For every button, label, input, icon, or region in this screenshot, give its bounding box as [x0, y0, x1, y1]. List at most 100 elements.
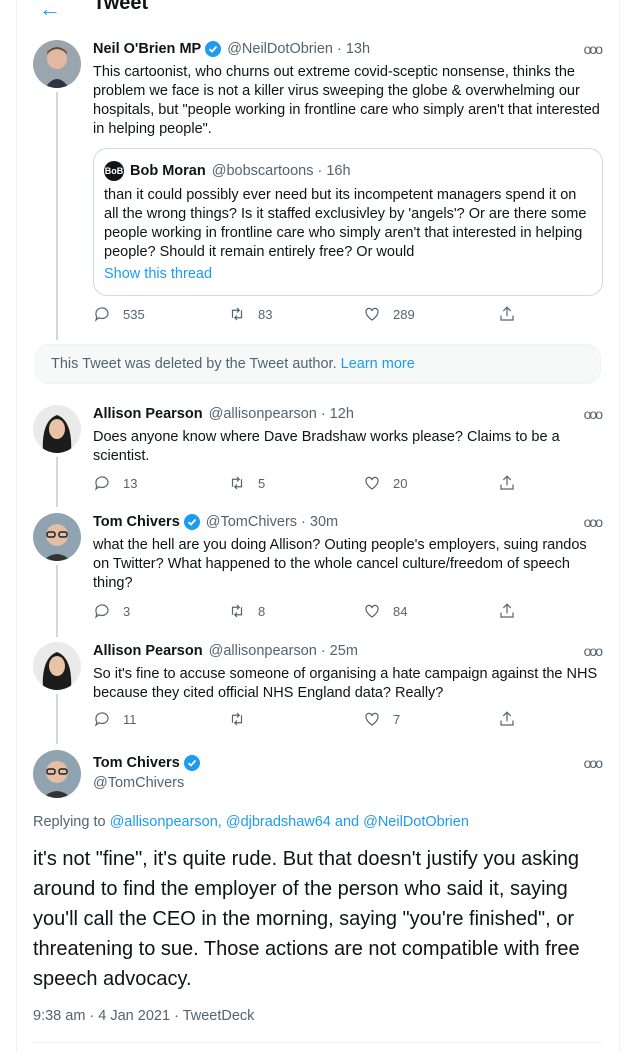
reply-button[interactable]: 13 — [93, 474, 228, 492]
back-arrow-icon[interactable]: ← — [39, 0, 61, 20]
tweet-actions: 535 83 289 — [93, 305, 533, 323]
thread-connector — [56, 457, 58, 507]
share-button[interactable] — [498, 474, 528, 492]
timestamp[interactable]: 9:38 am · 4 Jan 2021 · — [33, 1008, 179, 1024]
like-count: 84 — [393, 603, 408, 619]
like-button[interactable]: 7 — [363, 710, 498, 728]
more-options-icon[interactable]: ooo — [584, 514, 603, 530]
retweet-count: 83 — [258, 306, 273, 322]
tweet-text: Does anyone know where Dave Bradshaw wor… — [93, 429, 560, 464]
share-icon — [500, 475, 514, 490]
retweet-button[interactable]: 5 — [228, 474, 363, 492]
tweet-time[interactable]: · 12h — [321, 406, 354, 422]
heart-icon — [365, 712, 379, 726]
quote-text: than it could possibly ever need but its… — [104, 187, 587, 260]
thread-connector — [56, 565, 58, 637]
reply-count: 535 — [123, 306, 145, 322]
author-handle[interactable]: @allisonpearson — [209, 643, 317, 659]
divider — [33, 1042, 603, 1043]
quote-author-name: Bob Moran — [130, 163, 206, 179]
share-button[interactable] — [498, 602, 528, 620]
author-name[interactable]: Allison Pearson — [93, 643, 203, 659]
tweet-text: This cartoonist, who churns out extreme … — [93, 64, 600, 137]
like-button[interactable]: 20 — [363, 474, 498, 492]
tweet-time[interactable]: · 30m — [301, 514, 338, 530]
retweet-button[interactable] — [228, 710, 363, 728]
retweet-icon — [231, 476, 243, 490]
author-handle[interactable]: @TomChivers — [206, 514, 297, 530]
like-count: 289 — [393, 306, 415, 322]
author-name[interactable]: Neil O'Brien MP — [93, 41, 201, 57]
replying-to-accounts[interactable]: @allisonpearson, @djbradshaw64 and @Neil… — [110, 814, 469, 830]
reply-button[interactable]: 11 — [93, 710, 228, 728]
retweet-icon — [231, 712, 243, 726]
deleted-text: This Tweet was deleted by the Tweet auth… — [51, 356, 337, 372]
more-options-icon[interactable]: ooo — [584, 755, 603, 771]
tweet-meta: 9:38 am · 4 Jan 2021 · TweetDeck — [33, 1008, 254, 1024]
tweet-source[interactable]: TweetDeck — [183, 1008, 255, 1024]
retweet-button[interactable]: 8 — [228, 602, 363, 620]
reply-icon — [95, 712, 109, 727]
reply-icon — [95, 604, 109, 619]
thread-connector — [56, 92, 58, 340]
retweet-icon — [231, 307, 243, 321]
reply-button[interactable]: 3 — [93, 602, 228, 620]
avatar[interactable] — [33, 642, 81, 690]
more-options-icon[interactable]: ooo — [584, 643, 603, 659]
verified-badge-icon — [183, 514, 200, 530]
like-count: 20 — [393, 475, 408, 491]
quote-avatar: BoB — [104, 161, 124, 181]
conversation-panel: ← Tweet Neil O'Brien MP @NeilDotObrien ·… — [16, 0, 620, 1052]
share-icon — [500, 711, 514, 726]
thread-connector — [56, 694, 58, 744]
author-handle[interactable]: @allisonpearson — [209, 406, 317, 422]
avatar[interactable] — [33, 405, 81, 453]
replying-prefix: Replying to — [33, 814, 106, 830]
tweet-time[interactable]: · 25m — [321, 643, 358, 659]
share-icon — [500, 603, 514, 618]
heart-icon — [365, 604, 379, 618]
tweet-text: what the hell are you doing Allison? Out… — [93, 537, 587, 591]
retweet-count: 5 — [258, 475, 266, 491]
heart-icon — [365, 476, 379, 490]
share-button[interactable] — [498, 710, 528, 728]
page-title: Tweet — [93, 0, 149, 14]
show-thread-link[interactable]: Show this thread — [104, 266, 212, 282]
author-handle[interactable]: @TomChivers — [93, 775, 184, 791]
avatar[interactable] — [33, 513, 81, 561]
reply-icon — [95, 476, 109, 491]
quote-time: · 16h — [317, 163, 351, 179]
verified-badge-icon — [183, 755, 200, 771]
avatar[interactable] — [33, 40, 81, 88]
like-button[interactable]: 84 — [363, 602, 498, 620]
like-button[interactable]: 289 — [363, 305, 498, 323]
tweet-text: it's not "fine", it's quite rude. But th… — [33, 848, 580, 990]
reply-count: 13 — [123, 475, 138, 491]
deleted-tweet-notice: This Tweet was deleted by the Tweet auth… — [35, 344, 601, 384]
tweet-actions: 3 8 84 — [93, 602, 533, 620]
learn-more-link[interactable]: Learn more — [341, 356, 415, 372]
verified-badge-icon — [205, 41, 222, 57]
avatar[interactable] — [33, 750, 81, 798]
author-name[interactable]: Tom Chivers — [93, 514, 180, 530]
author-name[interactable]: Allison Pearson — [93, 406, 203, 422]
reply-count: 3 — [123, 603, 131, 619]
author-handle[interactable]: @NeilDotObrien — [227, 41, 333, 57]
quoted-tweet[interactable]: BoB Bob Moran @bobscartoons · 16h than i… — [93, 148, 603, 296]
retweet-icon — [231, 604, 243, 618]
tweet-actions: 13 5 20 — [93, 474, 533, 492]
retweet-button[interactable]: 83 — [228, 305, 363, 323]
heart-icon — [365, 307, 379, 321]
like-count: 7 — [393, 711, 401, 727]
reply-button[interactable]: 535 — [93, 305, 228, 323]
replying-to: Replying to @allisonpearson, @djbradshaw… — [33, 814, 469, 830]
tweet-time[interactable]: · 13h — [337, 41, 370, 57]
more-options-icon[interactable]: ooo — [584, 41, 603, 57]
share-button[interactable] — [498, 305, 528, 323]
reply-count: 11 — [123, 711, 137, 727]
more-options-icon[interactable]: ooo — [584, 406, 603, 422]
retweet-count: 8 — [258, 603, 266, 619]
tweet-text: So it's fine to accuse someone of organi… — [93, 666, 598, 701]
author-name[interactable]: Tom Chivers — [93, 755, 180, 771]
tweet-actions: 11 7 — [93, 710, 533, 728]
